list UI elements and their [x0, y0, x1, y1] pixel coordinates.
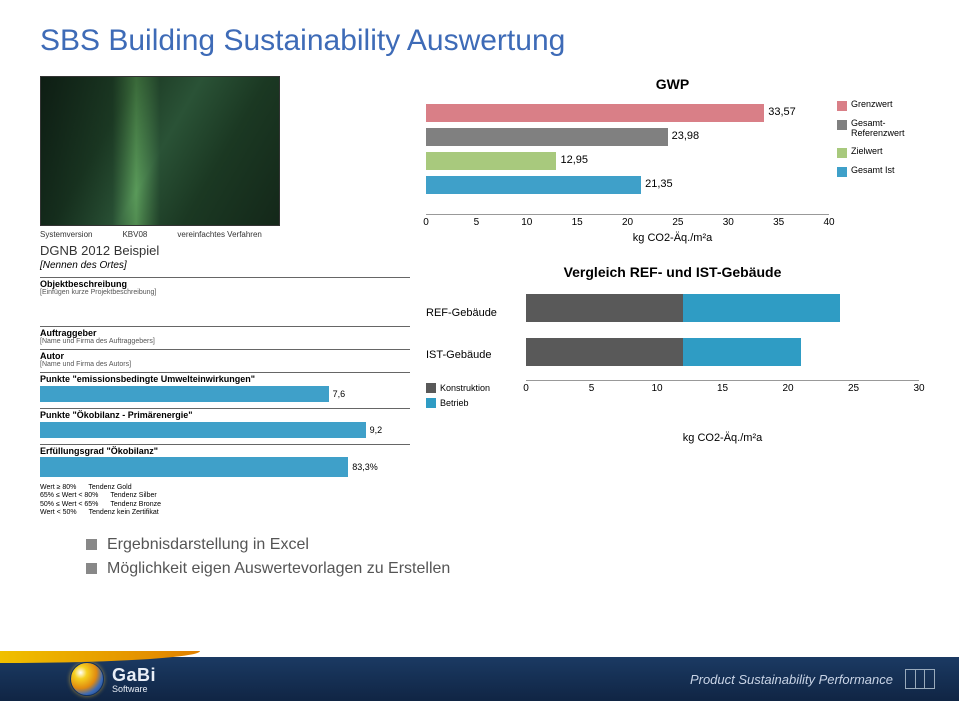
axis-tick: 10	[651, 383, 662, 394]
axis-tick: 0	[523, 383, 529, 394]
gwp-legend: Grenzwert Gesamt-Referenzwert Zielwert G…	[829, 100, 919, 210]
gwp-bar-grenzwert	[426, 104, 764, 122]
legend-cell: Tendenz Bronze	[110, 501, 161, 509]
gwp-bar-gesamt-referenzwert	[426, 128, 668, 146]
punkte1-value: 7,6	[333, 389, 346, 399]
gwp-bar-gesamt-ist	[426, 176, 641, 194]
cmp-seg-konstruktion	[526, 338, 683, 366]
bullet-list: Ergebnisdarstellung in Excel Möglichkeit…	[40, 536, 919, 578]
vergleich-title: Vergleich REF- und IST-Gebäude	[426, 264, 919, 280]
erf-bar: 83,3%	[40, 456, 410, 478]
legend-cell: 65% ≤ Wert < 80%	[40, 492, 98, 500]
footer-brand: GaBi	[112, 665, 156, 685]
axis-tick: 25	[848, 383, 859, 394]
dgnb-title: DGNB 2012 Beispiel	[40, 243, 410, 258]
building-photo	[40, 76, 280, 226]
meta-verfahren: vereinfachtes Verfahren	[177, 230, 262, 239]
punkte1-bar: 7,6	[40, 384, 410, 404]
swatch-grenzwert-icon	[837, 101, 847, 111]
legend-label: Zielwert	[851, 147, 883, 157]
swatch-betrieb-icon	[426, 398, 436, 408]
erf-header: Erfüllungsgrad "Ökobilanz"	[40, 444, 410, 456]
autor-sub: [Name und Firma des Autors]	[40, 361, 410, 368]
cmp-seg-konstruktion	[526, 294, 683, 322]
bullet-icon	[86, 539, 97, 550]
left-panel: Systemversion KBV08 vereinfachtes Verfah…	[40, 76, 410, 518]
axis-tick: 25	[672, 217, 683, 228]
axis-tick: 20	[782, 383, 793, 394]
legend-cell: 50% ≤ Wert < 65%	[40, 501, 98, 509]
axis-tick: 5	[589, 383, 595, 394]
axis-tick: 40	[823, 217, 834, 228]
footer-swoosh-icon	[0, 651, 200, 663]
gwp-bar-label: 21,35	[645, 178, 673, 190]
swatch-ist-icon	[837, 167, 847, 177]
legend-label: Betrieb	[440, 398, 469, 408]
axis-tick: 5	[474, 217, 480, 228]
vergleich-chart: Vergleich REF- und IST-Gebäude REF-Gebäu…	[426, 264, 919, 444]
cmp-x-axis: 051015202530	[526, 380, 919, 396]
auftrag-header: Auftraggeber	[40, 326, 410, 338]
cmp-xlabel: kg CO2-Äq./m²a	[526, 432, 919, 444]
gabi-logo-icon	[70, 662, 104, 696]
gwp-title: GWP	[426, 76, 919, 92]
swatch-referenz-icon	[837, 120, 847, 130]
cmp-cat-ist: IST-Gebäude	[426, 340, 516, 370]
auftrag-sub: [Name und Firma des Auftraggebers]	[40, 338, 410, 345]
cert-legend: Wert ≥ 80% Tendenz Gold 65% ≤ Wert < 80% T…	[40, 484, 410, 518]
axis-tick: 0	[423, 217, 429, 228]
axis-tick: 30	[723, 217, 734, 228]
swatch-konstruktion-icon	[426, 383, 436, 393]
legend-cell: Tendenz Gold	[88, 484, 131, 492]
punkte2-header: Punkte "Ökobilanz - Primärenergie"	[40, 408, 410, 420]
meta-systemversion: Systemversion	[40, 230, 92, 239]
gwp-bar-label: 33,57	[768, 106, 796, 118]
punkte2-value: 9,2	[370, 425, 383, 435]
bullet-icon	[86, 563, 97, 574]
bullet-text: Möglichkeit eigen Auswertevorlagen zu Er…	[107, 560, 450, 578]
legend-label: Konstruktion	[440, 383, 490, 393]
cmp-stack-ist-geb-ude	[526, 338, 801, 366]
axis-tick: 10	[521, 217, 532, 228]
axis-tick: 35	[773, 217, 784, 228]
axis-tick: 20	[622, 217, 633, 228]
erf-value: 83,3%	[352, 462, 378, 472]
footer-tagline: Product Sustainability Performance	[690, 672, 893, 687]
footer-brand-sub: Software	[112, 684, 156, 694]
right-panel: GWP 33,57 23,98 12,95 21,35 Grenzwert Gesam…	[426, 76, 919, 518]
gwp-x-axis: 0510152025303540	[426, 214, 829, 230]
legend-cell: Tendenz Silber	[110, 492, 156, 500]
legend-label: Grenzwert	[851, 100, 893, 110]
autor-header: Autor	[40, 349, 410, 361]
legend-label: Gesamt Ist	[851, 166, 895, 176]
obj-header: Objektbeschreibung	[40, 277, 410, 289]
gwp-xlabel: kg CO2-Äq./m²a	[426, 232, 919, 244]
footer: GaBi Software Product Sustainability Per…	[0, 657, 959, 701]
gwp-bar-label: 12,95	[560, 154, 588, 166]
cmp-stack-ref-geb-ude	[526, 294, 840, 322]
punkte2-bar: 9,2	[40, 420, 410, 440]
pe-logo-icon	[905, 669, 935, 689]
cmp-seg-betrieb	[683, 294, 840, 322]
cmp-seg-betrieb	[683, 338, 801, 366]
bullet-text: Ergebnisdarstellung in Excel	[107, 536, 309, 554]
gwp-bar-zielwert	[426, 152, 556, 170]
punkte1-header: Punkte "emissionsbedingte Umwelteinwirku…	[40, 372, 410, 384]
swatch-zielwert-icon	[837, 148, 847, 158]
gwp-bar-label: 23,98	[672, 130, 700, 142]
page-title: SBS Building Sustainability Auswertung	[40, 24, 919, 58]
axis-tick: 15	[717, 383, 728, 394]
obj-sub: [Einfügen kurze Projektbeschreibung]	[40, 289, 410, 296]
gwp-chart: GWP 33,57 23,98 12,95 21,35 Grenzwert Gesam…	[426, 76, 919, 244]
cmp-legend: Konstruktion Betrieb	[426, 382, 516, 408]
legend-cell: Tendenz kein Zertifikat	[89, 509, 159, 517]
axis-tick: 15	[572, 217, 583, 228]
cmp-cat-ref: REF-Gebäude	[426, 298, 516, 328]
ortes-placeholder: [Nennen des Ortes]	[40, 260, 410, 271]
legend-cell: Wert ≥ 80%	[40, 484, 76, 492]
meta-kbv: KBV08	[122, 230, 147, 239]
legend-cell: Wert < 50%	[40, 509, 77, 517]
legend-label: Gesamt-Referenzwert	[851, 119, 905, 139]
axis-tick: 30	[913, 383, 924, 394]
